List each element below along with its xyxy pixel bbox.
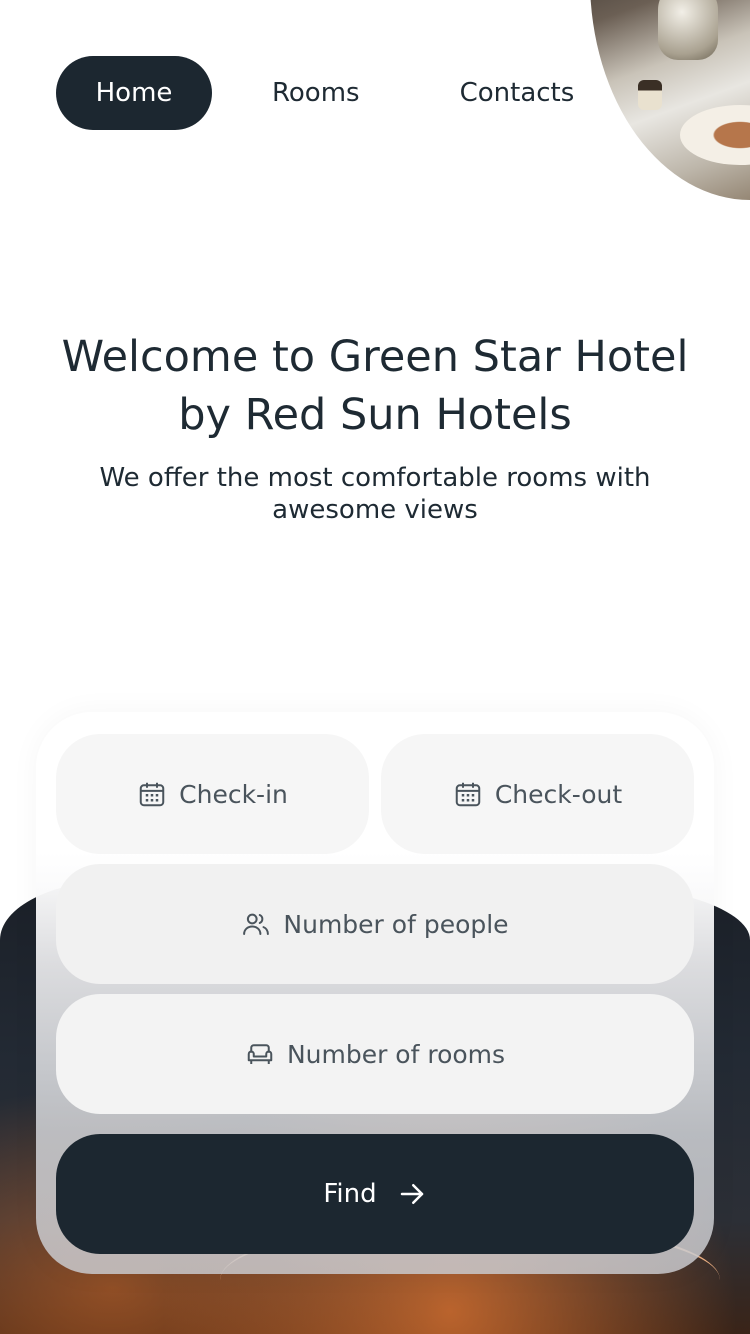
number-of-people-field[interactable]: Number of people bbox=[56, 864, 694, 984]
hero-section: Welcome to Green Star Hotel by Red Sun H… bbox=[0, 328, 750, 526]
nav-home-link[interactable]: Home bbox=[56, 56, 212, 130]
number-of-people-label: Number of people bbox=[283, 909, 509, 939]
main-nav: Home Rooms Contacts bbox=[56, 56, 574, 130]
check-out-field[interactable]: Check-out bbox=[381, 734, 694, 854]
arrow-right-icon bbox=[400, 1184, 423, 1204]
check-in-label: Check-in bbox=[179, 779, 288, 809]
find-button[interactable]: Find bbox=[56, 1134, 694, 1254]
sofa-icon bbox=[247, 1044, 273, 1064]
hotel-breakfast-photo bbox=[590, 0, 750, 200]
hero-title-line1: Welcome to Green Star Hotel bbox=[61, 332, 689, 382]
hero-title-line2: by Red Sun Hotels bbox=[178, 390, 572, 440]
find-button-label: Find bbox=[323, 1179, 377, 1209]
calendar-icon bbox=[455, 782, 481, 807]
number-of-rooms-label: Number of rooms bbox=[286, 1039, 506, 1069]
users-icon bbox=[243, 913, 270, 935]
booking-card: Check-in Check-out Number of people Numb… bbox=[36, 712, 714, 1274]
calendar-icon bbox=[139, 782, 165, 807]
number-of-rooms-field[interactable]: Number of rooms bbox=[56, 994, 694, 1114]
check-out-label: Check-out bbox=[494, 779, 623, 809]
page: Home Rooms Contacts Welcome to Green Sta… bbox=[0, 0, 750, 1334]
plate-shape bbox=[680, 105, 750, 165]
jam-jar-shape bbox=[638, 80, 662, 110]
hero-subtitle: We offer the most comfortable rooms with… bbox=[99, 463, 651, 525]
nav-contacts-link[interactable]: Contacts bbox=[460, 56, 575, 130]
hero-title: Welcome to Green Star Hotel by Red Sun H… bbox=[0, 328, 750, 444]
check-in-field[interactable]: Check-in bbox=[56, 734, 369, 854]
nav-rooms-link[interactable]: Rooms bbox=[272, 56, 360, 130]
teapot-shape bbox=[658, 0, 718, 60]
